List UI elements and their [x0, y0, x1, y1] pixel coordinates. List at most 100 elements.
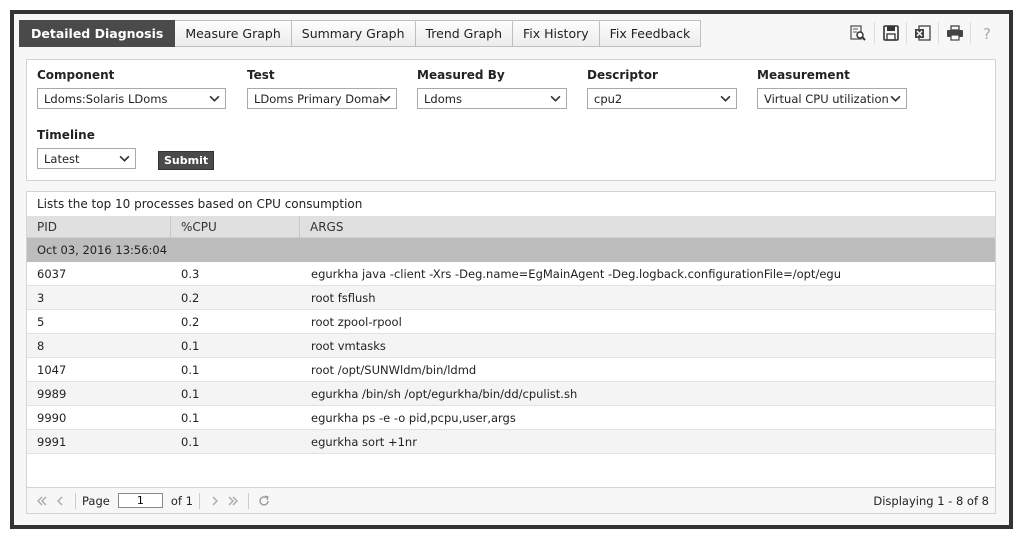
- table-row[interactable]: 8 0.1 root vmtasks: [27, 334, 995, 358]
- descriptor-field: Descriptor cpu2: [587, 68, 737, 109]
- first-page-icon[interactable]: [33, 492, 51, 510]
- measurement-field: Measurement Virtual CPU utilization: [757, 68, 907, 109]
- table-row[interactable]: 1047 0.1 root /opt/SUNWldm/bin/ldmd: [27, 358, 995, 382]
- descriptor-label: Descriptor: [587, 68, 658, 82]
- cell-cpu: 0.3: [181, 266, 200, 281]
- timeline-label: Timeline: [37, 128, 95, 142]
- tab-fix-history[interactable]: Fix History: [513, 20, 600, 47]
- page-count-label: of 1: [170, 493, 193, 508]
- toolbar-icons: ?: [842, 22, 1002, 44]
- table-row[interactable]: 5 0.2 root zpool-rpool: [27, 310, 995, 334]
- component-label: Component: [37, 68, 115, 82]
- test-field: Test LDoms Primary Domai: [247, 68, 397, 109]
- measurement-label: Measurement: [757, 68, 850, 82]
- help-icon[interactable]: ?: [970, 22, 1002, 44]
- refresh-icon[interactable]: [255, 492, 273, 510]
- save-icon[interactable]: [874, 22, 906, 44]
- pagination-bar: Page of 1 Displaying 1 - 8 of 8: [27, 487, 995, 513]
- window-frame: Detailed Diagnosis Measure Graph Summary…: [10, 10, 1013, 529]
- cell-cpu: 0.1: [181, 410, 200, 425]
- tab-detailed-diagnosis[interactable]: Detailed Diagnosis: [19, 20, 176, 47]
- descriptor-value: cpu2: [594, 91, 623, 106]
- divider: [247, 492, 249, 509]
- cell-args: root /opt/SUNWldm/bin/ldmd: [311, 362, 477, 377]
- measurement-value: Virtual CPU utilization: [764, 91, 889, 106]
- component-field: Component Ldoms:Solaris LDoms: [37, 68, 226, 109]
- chevron-down-icon: [119, 155, 130, 162]
- page-label: Page: [82, 493, 110, 508]
- excel-export-icon[interactable]: [906, 22, 938, 44]
- results-caption: Lists the top 10 processes based on CPU …: [37, 197, 363, 211]
- cell-args: egurkha /bin/sh /opt/egurkha/bin/dd/cpul…: [311, 386, 578, 401]
- column-header-cpu[interactable]: %CPU: [171, 215, 300, 238]
- cell-args: root fsflush: [311, 290, 376, 305]
- column-header-args[interactable]: ARGS: [300, 216, 343, 238]
- results-panel: Lists the top 10 processes based on CPU …: [26, 191, 996, 514]
- component-value: Ldoms:Solaris LDoms: [44, 91, 168, 106]
- cell-args: root vmtasks: [311, 338, 386, 353]
- cell-cpu: 0.1: [181, 338, 200, 353]
- cell-cpu: 0.1: [181, 434, 200, 449]
- cell-pid: 5: [37, 314, 45, 329]
- print-icon[interactable]: [938, 22, 970, 44]
- cell-cpu: 0.1: [181, 362, 200, 377]
- divider: [75, 492, 76, 509]
- test-value: LDoms Primary Domai: [254, 91, 383, 106]
- timeline-select[interactable]: Latest: [37, 148, 136, 169]
- tab-bar: Detailed Diagnosis Measure Graph Summary…: [19, 20, 1004, 47]
- cell-cpu: 0.1: [181, 386, 200, 401]
- measured-by-field: Measured By Ldoms: [417, 68, 567, 109]
- cell-pid: 9990: [37, 410, 67, 425]
- measured-by-label: Measured By: [417, 68, 505, 82]
- tab-measure-graph[interactable]: Measure Graph: [175, 20, 292, 47]
- cell-cpu: 0.2: [181, 314, 200, 329]
- tab-fix-feedback[interactable]: Fix Feedback: [599, 20, 702, 47]
- svg-text:?: ?: [983, 25, 991, 42]
- tab-trend-graph[interactable]: Trend Graph: [415, 20, 514, 47]
- cell-args: egurkha ps -e -o pid,pcpu,user,args: [311, 410, 516, 425]
- cell-args: egurkha java -client -Xrs -Deg.name=EgMa…: [311, 266, 841, 281]
- timeline-value: Latest: [44, 151, 80, 166]
- cell-cpu: 0.2: [181, 290, 200, 305]
- column-header-pid[interactable]: PID: [27, 215, 171, 238]
- prev-page-icon[interactable]: [51, 492, 69, 510]
- next-page-icon[interactable]: [206, 492, 224, 510]
- chevron-down-icon: [380, 95, 391, 102]
- table-row[interactable]: 9989 0.1 egurkha /bin/sh /opt/egurkha/bi…: [27, 382, 995, 406]
- cell-args: egurkha sort +1nr: [311, 434, 417, 449]
- zoom-search-icon[interactable]: [842, 22, 874, 44]
- last-page-icon[interactable]: [224, 492, 242, 510]
- measured-by-select[interactable]: Ldoms: [417, 88, 567, 109]
- page-number-input[interactable]: [117, 493, 163, 508]
- chevron-down-icon: [720, 95, 731, 102]
- cell-pid: 1047: [37, 362, 67, 377]
- displaying-count: Displaying 1 - 8 of 8: [873, 494, 989, 508]
- chevron-down-icon: [890, 95, 901, 102]
- component-select[interactable]: Ldoms:Solaris LDoms: [37, 88, 226, 109]
- measurement-select[interactable]: Virtual CPU utilization: [757, 88, 907, 109]
- measured-by-value: Ldoms: [424, 91, 462, 106]
- table-body: 6037 0.3 egurkha java -client -Xrs -Deg.…: [27, 262, 995, 454]
- filter-panel: Component Ldoms:Solaris LDoms Test LDoms…: [26, 59, 996, 181]
- table-row[interactable]: 6037 0.3 egurkha java -client -Xrs -Deg.…: [27, 262, 995, 286]
- tab-summary-graph[interactable]: Summary Graph: [291, 20, 416, 47]
- chevron-down-icon: [209, 95, 220, 102]
- cell-pid: 9991: [37, 434, 67, 449]
- test-select[interactable]: LDoms Primary Domai: [247, 88, 397, 109]
- chevron-down-icon: [550, 95, 561, 102]
- cell-pid: 6037: [37, 266, 67, 281]
- cell-args: root zpool-rpool: [311, 314, 402, 329]
- cell-pid: 3: [37, 290, 45, 305]
- divider: [198, 492, 200, 509]
- timeline-field: Timeline Latest: [37, 128, 136, 169]
- descriptor-select[interactable]: cpu2: [587, 88, 737, 109]
- table-row[interactable]: 3 0.2 root fsflush: [27, 286, 995, 310]
- test-label: Test: [247, 68, 275, 82]
- content-area: Detailed Diagnosis Measure Graph Summary…: [14, 14, 1009, 525]
- table-header: PID %CPU ARGS: [27, 215, 995, 238]
- cell-pid: 9989: [37, 386, 67, 401]
- table-row[interactable]: 9990 0.1 egurkha ps -e -o pid,pcpu,user,…: [27, 406, 995, 430]
- table-row[interactable]: 9991 0.1 egurkha sort +1nr: [27, 430, 995, 454]
- submit-button[interactable]: Submit: [158, 151, 215, 170]
- group-timestamp: Oct 03, 2016 13:56:04: [27, 238, 995, 262]
